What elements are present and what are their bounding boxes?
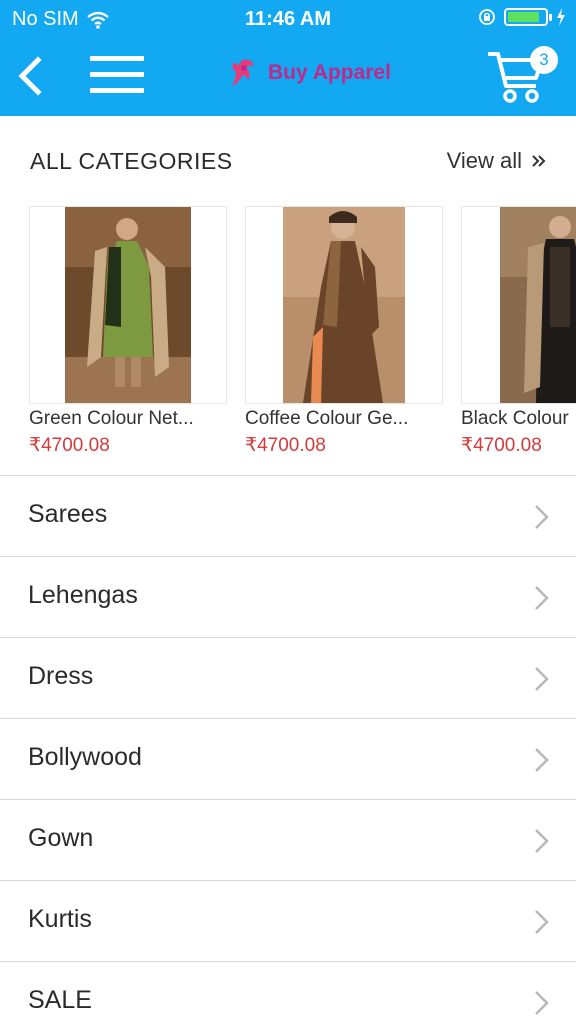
product-carousel[interactable]: Green Colour Net... ₹4700.08 Coffee Colo… <box>0 204 576 474</box>
charging-bolt-icon <box>557 8 565 26</box>
view-all-link[interactable]: View all <box>447 148 546 174</box>
section-title: ALL CATEGORIES <box>30 148 233 174</box>
chevron-right-icon <box>535 667 549 691</box>
chevron-right-icon <box>535 748 549 772</box>
product-name: Coffee Colour Ge... <box>245 408 409 429</box>
category-label: Bollywood <box>28 743 142 771</box>
battery-icon <box>504 8 552 26</box>
category-label: Dress <box>28 662 94 690</box>
chevron-right-icon <box>535 505 549 529</box>
hamburger-menu-button[interactable] <box>90 56 144 96</box>
category-item-sarees[interactable]: Sarees <box>0 475 576 556</box>
chevron-right-icon <box>535 829 549 853</box>
product-photo-green-suit <box>65 207 191 403</box>
product-price: ₹4700.08 <box>245 435 326 456</box>
category-item-lehengas[interactable]: Lehengas <box>0 556 576 637</box>
chevron-right-icon <box>535 586 549 610</box>
hamburger-menu-icon <box>90 56 144 61</box>
app-header: No SIM 11:46 AM Buy Apparel 3 <box>0 0 576 116</box>
product-name: Black Colour <box>461 408 569 429</box>
product-name: Green Colour Net... <box>29 408 194 429</box>
category-item-gown[interactable]: Gown <box>0 799 576 880</box>
category-label: Kurtis <box>28 905 92 933</box>
category-list: Sarees Lehengas Dress Bollywood Gown Kur… <box>0 475 576 1024</box>
product-price: ₹4700.08 <box>461 435 542 456</box>
product-card[interactable]: Green Colour Net... ₹4700.08 <box>29 206 227 468</box>
status-bar: No SIM 11:46 AM <box>0 0 576 38</box>
hamburger-line <box>90 88 144 93</box>
back-icon <box>18 56 42 96</box>
category-label: Sarees <box>28 500 108 528</box>
orientation-lock-icon <box>479 9 495 25</box>
product-image[interactable] <box>245 206 443 404</box>
product-card[interactable]: Black Colour ₹4700.08 <box>461 206 576 468</box>
product-photo-coffee-gown <box>283 207 405 403</box>
view-all-label: View all <box>446 148 522 173</box>
chevron-right-icon <box>535 991 549 1015</box>
brand-name: Buy Apparel <box>268 61 391 84</box>
back-button[interactable] <box>12 54 46 98</box>
category-label: SALE <box>28 986 92 1014</box>
cart-button[interactable]: 3 <box>486 46 558 106</box>
product-price: ₹4700.08 <box>29 435 110 456</box>
cart-count-badge: 3 <box>530 46 558 74</box>
product-image[interactable] <box>461 206 576 404</box>
hamburger-line <box>90 72 144 77</box>
nav-bar: Buy Apparel 3 <box>0 38 576 116</box>
category-item-kurtis[interactable]: Kurtis <box>0 880 576 961</box>
chevron-right-icon <box>535 910 549 934</box>
all-categories-header: ALL CATEGORIES View all <box>0 116 576 204</box>
status-right <box>478 8 566 26</box>
double-chevron-right-icon <box>532 155 546 167</box>
brand[interactable]: Buy Apparel <box>228 56 391 90</box>
product-card[interactable]: Coffee Colour Ge... ₹4700.08 <box>245 206 443 468</box>
battery-level <box>508 12 539 22</box>
category-label: Lehengas <box>28 581 138 609</box>
product-image[interactable] <box>29 206 227 404</box>
product-photo-black-suit <box>500 207 576 403</box>
brand-logo-icon <box>232 59 254 86</box>
category-item-sale[interactable]: SALE <box>0 961 576 1024</box>
category-item-dress[interactable]: Dress <box>0 637 576 718</box>
category-label: Gown <box>28 824 94 852</box>
category-item-bollywood[interactable]: Bollywood <box>0 718 576 799</box>
